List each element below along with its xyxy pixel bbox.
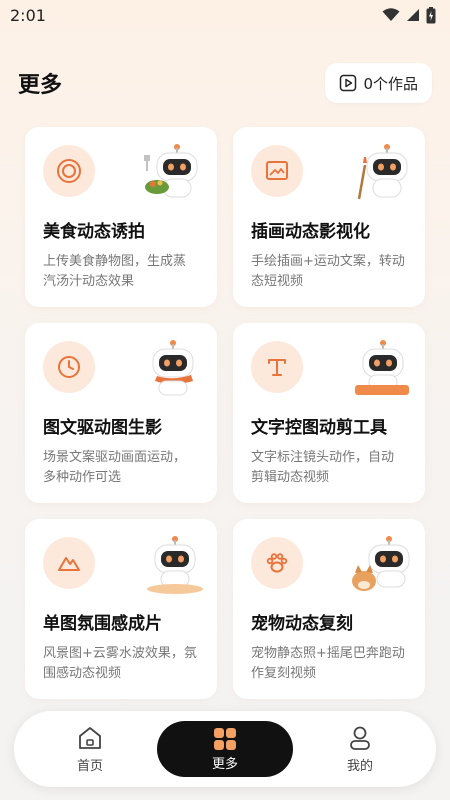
card-title: 美食动态诱拍: [43, 222, 145, 242]
feature-card-food[interactable]: 美食动态诱拍 上传美食静物图，生成蒸 汽汤汁动态效果: [25, 127, 217, 307]
card-desc-line: 手绘插画+运动文案，转动: [251, 254, 405, 269]
card-desc-line: 作复刻视频: [251, 666, 317, 681]
video-play-icon: [340, 74, 357, 92]
signal-icon: [407, 9, 419, 21]
card-desc-line: 态短视频: [251, 274, 304, 289]
card-icon-bg: [43, 537, 95, 589]
card-description: 上传美食静物图，生成蒸 汽汤汁动态效果: [43, 252, 199, 292]
page-title: 更多: [18, 73, 63, 98]
paw-icon: [266, 553, 288, 573]
tab-mine-label: 我的: [346, 758, 373, 774]
card-icon-bg: [43, 341, 95, 393]
robot-mascot-desk-icon: [355, 340, 409, 395]
card-title: 图文驱动图生影: [43, 418, 162, 438]
card-desc-line: 上传美食静物图，生成蒸: [43, 254, 187, 269]
feature-card-pet[interactable]: 宠物动态复刻 宠物静态照+摇尾巴奔跑动 作复刻视频: [233, 519, 425, 699]
feature-card-illustration[interactable]: 插画动态影视化 手绘插画+运动文案，转动 态短视频: [233, 127, 425, 307]
card-desc-line: 场景文案驱动画面运动，: [43, 450, 187, 465]
image-icon: [266, 161, 288, 180]
my-works-button[interactable]: 0个作品: [325, 63, 432, 103]
clock-icon: [58, 356, 80, 378]
grid-icon: [214, 727, 236, 750]
card-icon-bg: [251, 537, 303, 589]
card-description: 宠物静态照+摇尾巴奔跑动 作复刻视频: [251, 644, 407, 684]
feature-card-text-to-video[interactable]: 图文驱动图生影 场景文案驱动画面运动， 多种动作可选: [25, 323, 217, 503]
card-title: 单图氛围感成片: [43, 614, 162, 634]
tab-more-label: 更多: [211, 756, 238, 772]
card-description: 场景文案驱动画面运动， 多种动作可选: [43, 448, 199, 488]
feature-card-ambient[interactable]: 单图氛围感成片 风景图+云雾水波效果，氛 围感动态视频: [25, 519, 217, 699]
target-icon: [57, 159, 81, 183]
header: 更多 0个作品: [0, 62, 450, 104]
robot-mascot-scarf-icon: [152, 340, 194, 396]
card-desc-line: 汽汤汁动态效果: [43, 274, 135, 289]
status-icons: [382, 6, 436, 24]
bottom-tab-bar: 首页 更多 我的: [14, 711, 436, 787]
tab-home[interactable]: 首页: [60, 711, 120, 787]
card-description: 风景图+云雾水波效果，氛 围感动态视频: [43, 644, 199, 684]
card-title: 宠物动态复刻: [251, 614, 353, 634]
robot-mascot-scenery-icon: [147, 536, 203, 594]
card-icon-bg: [43, 145, 95, 197]
wifi-icon: [382, 8, 400, 21]
card-desc-line: 文字标注镜头动作，自动: [251, 450, 395, 465]
robot-mascot-dog-icon: [352, 536, 410, 591]
robot-mascot-brush-icon: [357, 144, 408, 200]
card-title: 文字控图动剪工具: [251, 418, 387, 438]
status-time: 2:01: [10, 5, 46, 25]
tab-home-label: 首页: [76, 758, 103, 774]
user-icon: [350, 726, 370, 750]
feature-grid: 美食动态诱拍 上传美食静物图，生成蒸 汽汤汁动态效果 插画动态影视化 手绘插画+…: [25, 127, 425, 699]
text-icon: [268, 359, 286, 376]
mountain-icon: [58, 557, 80, 571]
card-desc-line: 风景图+云雾水波效果，氛: [43, 646, 197, 661]
card-description: 手绘插画+运动文案，转动 态短视频: [251, 252, 407, 292]
card-icon-bg: [251, 145, 303, 197]
card-desc-line: 宠物静态照+摇尾巴奔跑动: [251, 646, 405, 661]
works-count-label: 0个作品: [363, 74, 418, 93]
card-desc-line: 围感动态视频: [43, 666, 122, 681]
tab-mine[interactable]: 我的: [330, 711, 390, 787]
tab-more[interactable]: 更多: [157, 721, 293, 777]
battery-icon: [426, 6, 436, 23]
status-bar: 2:01: [0, 0, 450, 30]
robot-mascot-food-icon: [144, 144, 198, 198]
home-icon: [79, 726, 101, 749]
feature-card-text-control[interactable]: 文字控图动剪工具 文字标注镜头动作，自动 剪辑动态视频: [233, 323, 425, 503]
card-desc-line: 多种动作可选: [43, 470, 122, 485]
card-desc-line: 剪辑动态视频: [251, 470, 330, 485]
card-icon-bg: [251, 341, 303, 393]
card-title: 插画动态影视化: [251, 222, 370, 242]
card-description: 文字标注镜头动作，自动 剪辑动态视频: [251, 448, 407, 488]
